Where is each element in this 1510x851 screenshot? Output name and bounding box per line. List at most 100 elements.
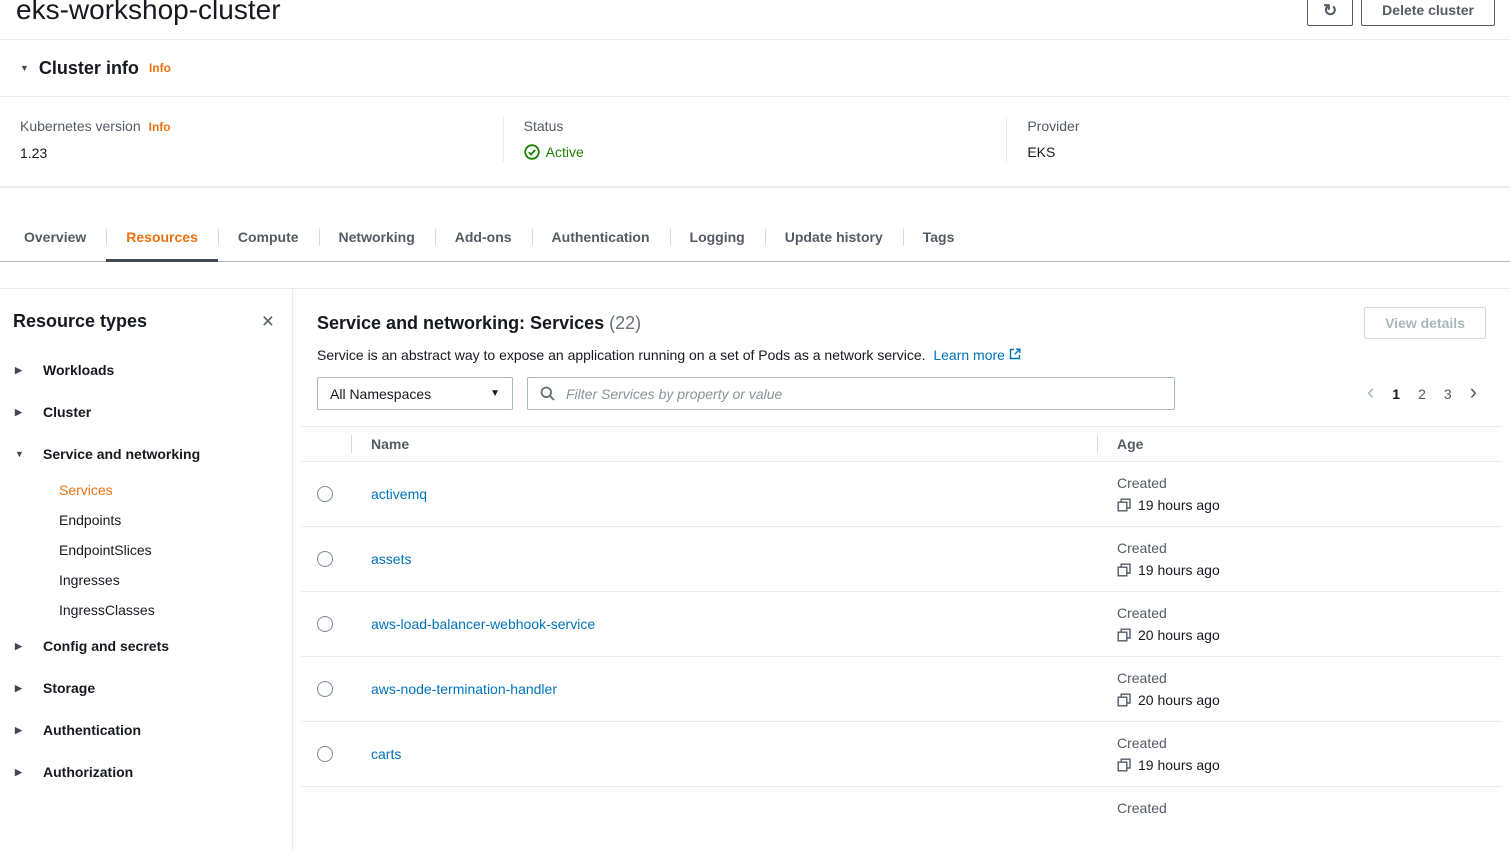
- learn-more-link[interactable]: Learn more: [933, 347, 1020, 363]
- sidebar-group-authentication[interactable]: ▶Authentication: [13, 709, 278, 751]
- view-details-button[interactable]: View details: [1364, 307, 1486, 339]
- external-link-icon: [1009, 348, 1021, 360]
- caret-right-icon: ▶: [15, 366, 27, 375]
- services-heading-text: Service and networking: Services: [317, 313, 604, 333]
- sidebar-group-label: Workloads: [43, 360, 114, 380]
- services-heading: Service and networking: Services (22): [317, 311, 641, 335]
- copy-icon[interactable]: [1117, 758, 1131, 772]
- tab-authentication[interactable]: Authentication: [532, 213, 670, 261]
- sidebar-item-services[interactable]: Services: [13, 475, 278, 505]
- page-1-button[interactable]: 1: [1383, 382, 1409, 406]
- sidebar-title: Resource types: [13, 309, 147, 333]
- previous-page-button[interactable]: ‹: [1358, 384, 1383, 404]
- search-icon: [540, 386, 555, 401]
- resource-type-tree: ▶Workloads▶Cluster▼Service and networkin…: [13, 349, 278, 793]
- copy-icon[interactable]: [1117, 628, 1131, 642]
- sidebar-item-endpoints[interactable]: Endpoints: [13, 505, 278, 535]
- service-row-aws-node-termination-handler: aws-node-termination-handlerCreated20 ho…: [301, 657, 1502, 722]
- sidebar-group-cluster[interactable]: ▶Cluster: [13, 391, 278, 433]
- resources-panel: Resource types × ▶Workloads▶Cluster▼Serv…: [0, 288, 1510, 851]
- kubernetes-version-label: Kubernetes version: [20, 117, 141, 135]
- sidebar-group-config-and-secrets[interactable]: ▶ Config and secrets: [13, 625, 278, 667]
- cluster-info-info-link[interactable]: Info: [149, 61, 171, 75]
- caret-right-icon: ▶: [15, 684, 27, 693]
- sidebar-group-label: Cluster: [43, 402, 91, 422]
- next-page-button[interactable]: ›: [1461, 384, 1486, 404]
- caret-right-icon: ▶: [15, 726, 27, 735]
- sidebar-group-label: Config and secrets: [43, 636, 169, 656]
- table-header-row: Name Age: [301, 427, 1502, 462]
- page-3-button[interactable]: 3: [1435, 382, 1461, 406]
- close-icon: ×: [262, 310, 274, 333]
- name-column-header: Name: [351, 427, 1097, 462]
- tab-compute[interactable]: Compute: [218, 213, 319, 261]
- status-field: Status Active: [503, 117, 1007, 162]
- row-select-radio[interactable]: [317, 551, 333, 567]
- tab-resources[interactable]: Resources: [106, 213, 218, 261]
- row-select-radio[interactable]: [317, 746, 333, 762]
- pagination: ‹123›: [1358, 382, 1486, 406]
- copy-icon[interactable]: [1117, 498, 1131, 512]
- row-select-radio[interactable]: [317, 616, 333, 632]
- created-label: Created: [1117, 667, 1502, 689]
- kubernetes-version-value: 1.23: [20, 144, 483, 162]
- close-sidebar-button[interactable]: ×: [258, 311, 278, 332]
- created-label: Created: [1117, 602, 1502, 624]
- service-name-link[interactable]: activemq: [371, 486, 427, 502]
- table-controls: All Namespaces ▼ ‹123›: [317, 377, 1486, 410]
- services-header: Service and networking: Services (22) Vi…: [301, 307, 1502, 410]
- tab-tags[interactable]: Tags: [903, 213, 975, 261]
- status-active-icon: [524, 144, 540, 160]
- page-2-button[interactable]: 2: [1409, 382, 1435, 406]
- delete-cluster-button[interactable]: Delete cluster: [1361, 0, 1495, 26]
- sidebar-item-endpointslices[interactable]: EndpointSlices: [13, 535, 278, 565]
- sidebar-group-label: Service and networking: [43, 444, 200, 464]
- service-row-assets: assetsCreated19 hours ago: [301, 527, 1502, 592]
- sidebar-item-ingresses[interactable]: Ingresses: [13, 565, 278, 595]
- status-value: Active: [546, 143, 584, 161]
- created-label: Created: [1117, 537, 1502, 559]
- services-description: Service is an abstract way to expose an …: [317, 345, 1486, 365]
- tab-update-history[interactable]: Update history: [765, 213, 903, 261]
- cluster-info-card: ▼ Cluster info Info Kubernetes version I…: [0, 39, 1510, 187]
- sidebar-group-label: Authorization: [43, 762, 133, 782]
- select-caret-icon: ▼: [490, 389, 500, 399]
- refresh-button[interactable]: ↻: [1307, 0, 1353, 26]
- caret-right-icon: ▶: [15, 768, 27, 777]
- sidebar-group-label: Storage: [43, 678, 95, 698]
- filter-services-input[interactable]: [564, 385, 1162, 403]
- sidebar-item-ingressclasses[interactable]: IngressClasses: [13, 595, 278, 625]
- provider-label: Provider: [1027, 117, 1079, 135]
- age-value: 19 hours ago: [1138, 494, 1220, 516]
- created-label: Created: [1117, 732, 1502, 754]
- age-value: 19 hours ago: [1138, 754, 1220, 776]
- service-name-link[interactable]: carts: [371, 746, 401, 762]
- tab-add-ons[interactable]: Add-ons: [435, 213, 532, 261]
- caret-right-icon: ▶: [15, 642, 27, 651]
- page-header: eks-workshop-cluster ↻ Delete cluster: [0, 0, 1510, 31]
- kubernetes-version-info-link[interactable]: Info: [149, 118, 171, 136]
- tab-overview[interactable]: Overview: [4, 213, 106, 261]
- age-column-header: Age: [1097, 427, 1502, 462]
- copy-icon[interactable]: [1117, 563, 1131, 577]
- service-row-carts: carts Created19 hours ago: [301, 722, 1502, 787]
- services-section: Service and networking: Services (22) Vi…: [293, 289, 1510, 851]
- sidebar-group-service-and-networking[interactable]: ▼Service and networking: [13, 433, 278, 475]
- namespace-select[interactable]: All Namespaces ▼: [317, 377, 513, 410]
- tab-logging[interactable]: Logging: [670, 213, 765, 261]
- kubernetes-version-field: Kubernetes version Info 1.23: [0, 117, 503, 162]
- refresh-icon: ↻: [1323, 1, 1337, 20]
- sidebar-group-workloads[interactable]: ▶ Workloads: [13, 349, 278, 391]
- provider-value: EKS: [1027, 143, 1490, 161]
- row-select-radio[interactable]: [317, 486, 333, 502]
- sidebar-group-storage[interactable]: ▶ Storage: [13, 667, 278, 709]
- service-name-link[interactable]: aws-node-termination-handler: [371, 681, 557, 697]
- caret-down-icon[interactable]: ▼: [20, 64, 29, 73]
- tab-networking[interactable]: Networking: [319, 213, 435, 261]
- copy-icon[interactable]: [1117, 693, 1131, 707]
- cluster-info-header[interactable]: ▼ Cluster info Info: [0, 40, 1510, 97]
- page-title: eks-workshop-cluster: [16, 0, 281, 31]
- service-name-link[interactable]: assets: [371, 551, 411, 567]
- row-select-radio[interactable]: [317, 681, 333, 697]
- service-name-link[interactable]: aws-load-balancer-webhook-service: [371, 616, 595, 632]
